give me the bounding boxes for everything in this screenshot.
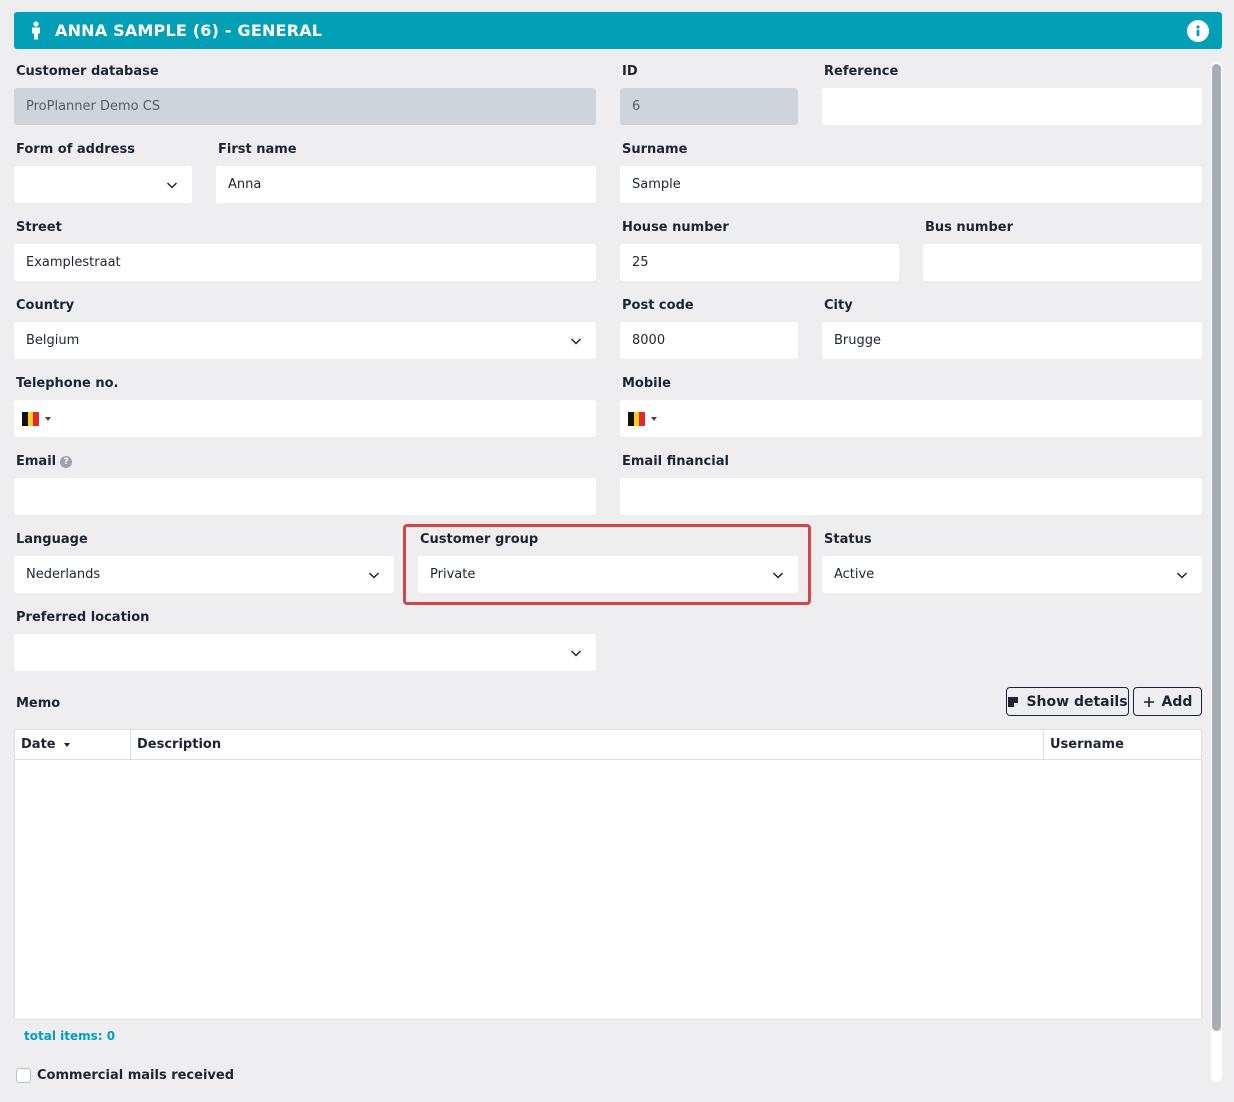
first-name-value: Anna [228, 177, 262, 192]
first-name-input[interactable]: Anna [216, 166, 596, 203]
total-items: total items: 0 [24, 1029, 116, 1043]
column-header-date[interactable]: Date [15, 730, 130, 759]
post-code-input[interactable]: 8000 [620, 322, 798, 359]
customer-group-value: Private [430, 567, 476, 582]
email-label-group: Email? [16, 454, 73, 469]
customer-database-value: ProPlanner Demo CS [26, 99, 161, 114]
chevron-down-icon [368, 572, 380, 579]
show-details-button[interactable]: Show details [1006, 687, 1129, 716]
id-value: 6 [632, 99, 641, 114]
customer-group-label: Customer group [420, 532, 539, 547]
page-header: ANNA SAMPLE (6) - GENERAL [14, 12, 1222, 49]
house-number-label: House number [622, 220, 729, 235]
bus-number-input[interactable] [923, 244, 1202, 281]
city-input[interactable]: Brugge [822, 322, 1202, 359]
person-icon [32, 21, 40, 40]
caret-down-icon [651, 416, 657, 421]
belgium-flag-icon [628, 411, 646, 426]
chevron-down-icon [1176, 572, 1188, 579]
house-number-value: 25 [632, 255, 649, 270]
telephone-label: Telephone no. [16, 376, 119, 391]
post-code-value: 8000 [632, 333, 666, 348]
surname-label: Surname [622, 142, 688, 157]
email-financial-label: Email financial [622, 454, 729, 469]
chevron-down-icon [570, 650, 582, 657]
country-select[interactable]: Belgium [14, 322, 596, 359]
language-value: Nederlands [26, 567, 101, 582]
status-value: Active [834, 567, 875, 582]
mobile-input[interactable] [620, 400, 1202, 437]
country-flag-selector[interactable] [628, 411, 657, 426]
surname-value: Sample [632, 177, 681, 192]
status-label: Status [824, 532, 872, 547]
column-date-label: Date [21, 737, 56, 752]
country-flag-selector[interactable] [22, 411, 51, 426]
scrollbar-thumb[interactable] [1212, 64, 1221, 1031]
customer-group-select[interactable]: Private [418, 556, 798, 593]
city-label: City [824, 298, 853, 313]
telephone-input[interactable] [14, 400, 596, 437]
commercial-mails-label: Commercial mails received [37, 1068, 235, 1083]
house-number-input[interactable]: 25 [620, 244, 899, 281]
memo-table-header: Date Description Username [15, 730, 1201, 760]
language-select[interactable]: Nederlands [14, 556, 394, 593]
country-value: Belgium [26, 333, 80, 348]
info-icon [1196, 25, 1200, 37]
email-financial-input[interactable] [620, 478, 1202, 515]
preferred-location-label: Preferred location [16, 610, 150, 625]
note-icon [1008, 696, 1019, 707]
surname-input[interactable]: Sample [620, 166, 1202, 203]
email-label: Email [16, 454, 57, 469]
street-value: Examplestraat [26, 255, 121, 270]
id-label: ID [622, 64, 638, 79]
add-label: Add [1161, 693, 1193, 710]
plus-icon [1143, 696, 1154, 707]
status-select[interactable]: Active [822, 556, 1202, 593]
sort-desc-icon [63, 742, 70, 747]
belgium-flag-icon [22, 411, 40, 426]
column-header-username[interactable]: Username [1043, 730, 1201, 759]
help-icon[interactable]: ? [60, 455, 73, 468]
email-input[interactable] [14, 478, 596, 515]
add-memo-button[interactable]: Add [1133, 687, 1202, 716]
commercial-mails-checkbox[interactable] [16, 1068, 31, 1083]
street-label: Street [16, 220, 62, 235]
first-name-label: First name [218, 142, 297, 157]
caret-down-icon [45, 416, 51, 421]
chevron-down-icon [166, 182, 178, 189]
customer-database-field: ProPlanner Demo CS [14, 88, 596, 125]
column-header-description[interactable]: Description [130, 730, 1043, 759]
language-label: Language [16, 532, 88, 547]
reference-label: Reference [824, 64, 899, 79]
column-username-label: Username [1050, 737, 1124, 752]
form-of-address-label: Form of address [16, 142, 135, 157]
memo-table: Date Description Username [14, 729, 1202, 1020]
show-details-label: Show details [1026, 693, 1128, 710]
page-title: ANNA SAMPLE (6) - GENERAL [55, 21, 323, 40]
chevron-down-icon [772, 572, 784, 579]
preferred-location-select[interactable] [14, 634, 596, 671]
city-value: Brugge [834, 333, 882, 348]
country-label: Country [16, 298, 75, 313]
reference-input[interactable] [822, 88, 1202, 125]
post-code-label: Post code [622, 298, 694, 313]
memo-label: Memo [16, 696, 61, 711]
info-button[interactable] [1187, 20, 1209, 42]
id-field: 6 [620, 88, 798, 125]
street-input[interactable]: Examplestraat [14, 244, 596, 281]
customer-database-label: Customer database [16, 64, 159, 79]
column-description-label: Description [137, 737, 222, 752]
chevron-down-icon [570, 338, 582, 345]
form-of-address-select[interactable] [14, 166, 192, 203]
mobile-label: Mobile [622, 376, 671, 391]
bus-number-label: Bus number [925, 220, 1014, 235]
